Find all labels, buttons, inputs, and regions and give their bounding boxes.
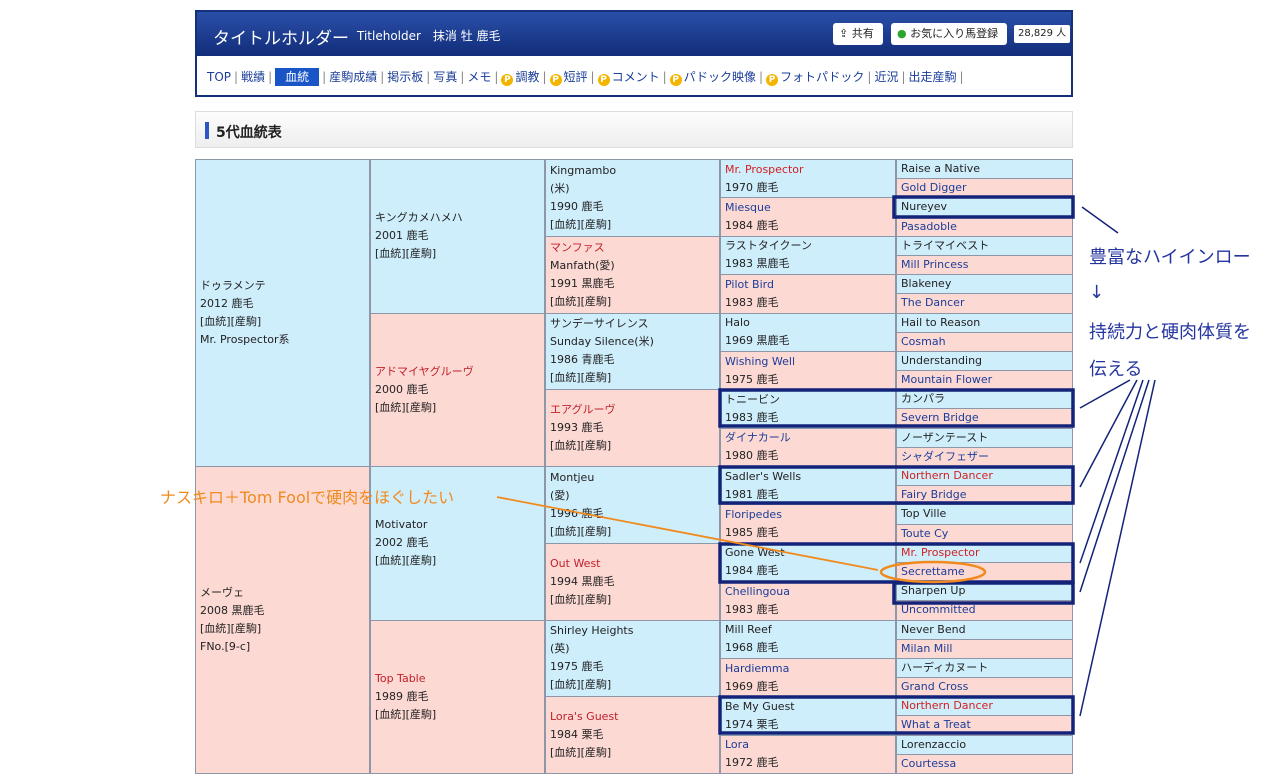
annotation-text-nasrullah: ナスキロ＋Tom Foolで硬肉をほぐしたい <box>160 488 455 507</box>
annotation-line-orange <box>496 496 879 571</box>
annotation-text-endurance: 持続力と硬肉体質を <box>1089 322 1251 343</box>
highlight-ellipse-secrettame <box>879 560 987 584</box>
annotation-text-rich-inbreeding: 豊富なハイインロー <box>1089 247 1251 268</box>
highlight-box-sharpen-up <box>892 581 1075 605</box>
highlight-box-sadlers-wells <box>718 465 1075 505</box>
highlight-box-tony-bin <box>718 388 1075 428</box>
highlight-box-nureyev <box>892 195 1075 219</box>
annotation-arrow: ↓ <box>1089 282 1105 303</box>
highlight-box-be-my-guest <box>718 695 1075 735</box>
annotation-line <box>1081 206 1119 234</box>
annotation-line <box>1079 379 1138 488</box>
annotation-overlay <box>496 195 1156 735</box>
annotation-line <box>1079 379 1144 564</box>
annotation-text-convey: 伝える <box>1089 359 1143 380</box>
annotation-line <box>1079 379 1131 409</box>
annotation-line <box>1079 379 1156 717</box>
